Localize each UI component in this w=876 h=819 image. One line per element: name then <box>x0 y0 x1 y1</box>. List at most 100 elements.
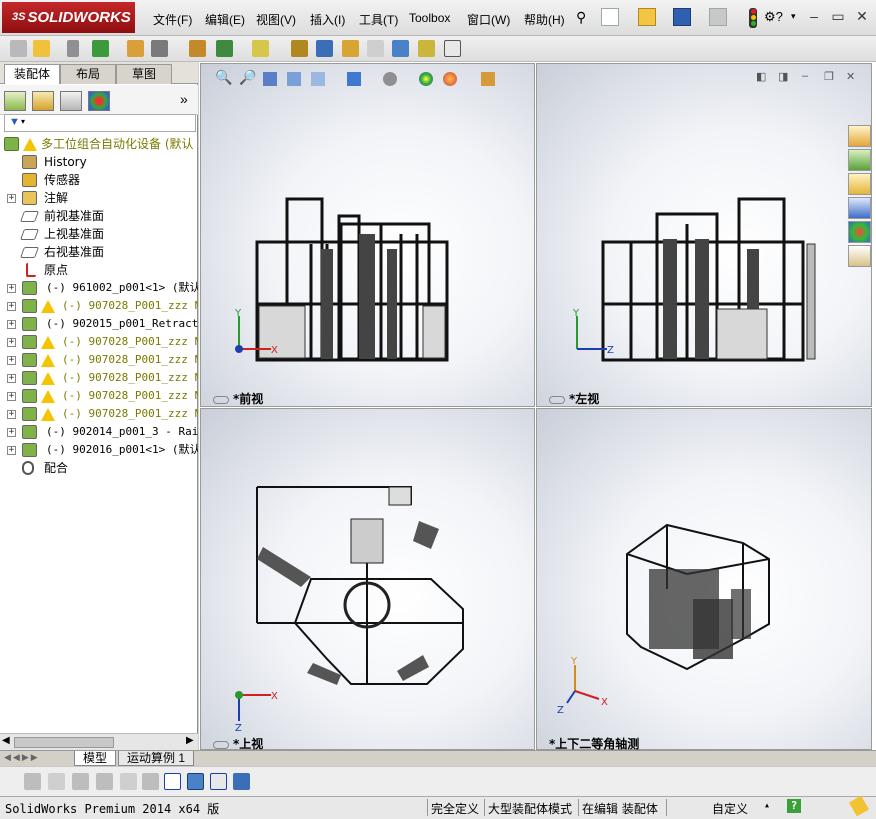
tree-item[interactable]: 配合 <box>0 459 198 477</box>
exploded-view-icon[interactable] <box>342 40 359 57</box>
design-library-icon[interactable] <box>848 149 871 171</box>
close-icon[interactable]: ✕ <box>853 8 871 25</box>
tree-item[interactable]: + (-) 902014_p001_3 - Raise <box>0 423 198 441</box>
previous-view-icon[interactable] <box>263 72 277 86</box>
tree-item[interactable]: 右视基准面 <box>0 243 198 261</box>
menu-file[interactable]: 文件(F) <box>153 11 192 28</box>
edit-appearance-icon[interactable] <box>419 72 433 86</box>
zoom-to-area-icon[interactable]: 🔎 <box>239 69 256 86</box>
units-dropdown-icon[interactable]: ▴ <box>764 800 770 811</box>
scroll-thumb[interactable] <box>14 737 114 748</box>
appearances-icon[interactable] <box>848 221 871 243</box>
table-icon[interactable] <box>210 773 227 790</box>
save-animation-icon[interactable] <box>142 773 159 790</box>
solidworks-logo[interactable]: 3S SOLIDWORKS <box>2 2 135 33</box>
insert-components-icon[interactable] <box>10 40 27 57</box>
tree-filter[interactable]: ▼ ▾ <box>4 114 196 132</box>
expand-icon[interactable]: + <box>7 338 16 347</box>
viewport-restore-icon[interactable]: ❐ <box>824 70 834 83</box>
viewport-isometric[interactable]: Y X Z *上下二等角轴测 <box>536 408 872 751</box>
filter-icon[interactable]: ▼ <box>9 116 20 128</box>
tree-item[interactable]: 前视基准面 <box>0 207 198 225</box>
collapse-motion-manager-icon[interactable] <box>233 773 250 790</box>
tree-item[interactable]: + (-) 907028_P001_zzz Nam <box>0 387 198 405</box>
rebuild-traffic-light-icon[interactable] <box>749 8 757 28</box>
instant3d-icon[interactable] <box>444 40 461 57</box>
results-plot-icon[interactable] <box>164 773 181 790</box>
expand-icon[interactable]: + <box>7 374 16 383</box>
open-folder-icon[interactable] <box>638 8 656 26</box>
scroll-left-icon[interactable]: ◀ <box>2 735 10 746</box>
hide-show-items-icon[interactable] <box>383 72 397 86</box>
scroll-right-icon[interactable]: ▶ <box>186 735 194 746</box>
tree-root[interactable]: 多工位组合自动化设备 (默认 <box>0 135 198 153</box>
tree-item[interactable]: + (-) 907028_P001_zzz Nam <box>0 351 198 369</box>
file-explorer-icon[interactable] <box>848 173 871 195</box>
interference-detection-icon[interactable] <box>392 40 409 57</box>
status-units[interactable]: 自定义 <box>712 800 748 817</box>
show-hidden-icon[interactable] <box>189 40 206 57</box>
tree-item[interactable]: + (-) 907028_P001_zzz Nam <box>0 405 198 423</box>
configuration-manager-icon[interactable] <box>60 91 82 111</box>
viewport-front[interactable]: Y X *前视 <box>200 63 535 407</box>
section-view-icon[interactable] <box>287 72 301 86</box>
mate-icon[interactable] <box>67 40 79 57</box>
view-orientation-icon[interactable] <box>311 72 325 86</box>
expand-icon[interactable]: + <box>7 356 16 365</box>
tab-sketch[interactable]: 草图 <box>116 64 172 84</box>
restore-icon[interactable]: ▭ <box>829 8 847 25</box>
play-icon[interactable] <box>72 773 89 790</box>
print-icon[interactable] <box>709 8 727 26</box>
menu-toolbox[interactable]: Toolbox <box>409 11 450 25</box>
new-motion-study-icon[interactable] <box>291 40 308 57</box>
custom-properties-icon[interactable] <box>848 245 871 267</box>
tree-item[interactable]: 传感器 <box>0 171 198 189</box>
tree-item[interactable]: + (-) 907028_P001_zzz Nam <box>0 297 198 315</box>
bill-of-materials-icon[interactable] <box>316 40 333 57</box>
tree-item[interactable]: + 注解 <box>0 189 198 207</box>
property-manager-icon[interactable] <box>32 91 54 111</box>
tab-layout[interactable]: 布局 <box>60 64 116 84</box>
menu-tools[interactable]: 工具(T) <box>359 11 398 28</box>
quick-tips-icon[interactable]: ? <box>787 799 801 813</box>
expand-icon[interactable]: + <box>7 302 16 311</box>
panel-expand-icon[interactable]: » <box>180 91 188 107</box>
menu-edit[interactable]: 编辑(E) <box>205 11 245 28</box>
reference-geometry-icon[interactable] <box>252 40 269 57</box>
filter-dropdown-icon[interactable]: ▾ <box>21 117 25 126</box>
link-views-icon[interactable]: ◨ <box>778 70 788 83</box>
move-component-icon[interactable] <box>151 40 168 57</box>
tab-motion-study[interactable]: 运动算例 1 <box>118 751 195 766</box>
options-icon[interactable]: ⚙? <box>764 9 783 25</box>
expand-icon[interactable]: + <box>7 284 16 293</box>
expand-icon[interactable]: + <box>7 428 16 437</box>
expand-icon[interactable]: + <box>7 194 16 203</box>
save-icon[interactable] <box>673 8 691 26</box>
new-document-icon[interactable] <box>601 8 619 26</box>
expand-icon[interactable]: + <box>7 320 16 329</box>
tree-item[interactable]: + (-) 902015_p001_Retracted <box>0 315 198 333</box>
tree-item[interactable]: + (-) 907028_P001_zzz Nam <box>0 369 198 387</box>
tree-item[interactable]: + (-) 902016_p001<1> (默认< <box>0 441 198 459</box>
menu-help[interactable]: 帮助(H) <box>524 11 565 28</box>
viewport-top[interactable]: X Z *上视 <box>200 408 535 751</box>
pin-icon[interactable]: ⚲ <box>576 9 586 26</box>
new-part-icon[interactable] <box>33 40 50 57</box>
menu-insert[interactable]: 插入(I) <box>310 11 345 28</box>
panel-horizontal-scrollbar[interactable]: ◀ ▶ <box>0 733 198 750</box>
help-dropdown-icon[interactable]: ▾ <box>791 11 796 22</box>
tab-scroll-icon[interactable]: ◀◀▶▶ <box>4 752 40 763</box>
tree-item[interactable]: 上视基准面 <box>0 225 198 243</box>
single-view-icon[interactable]: ◧ <box>756 70 766 83</box>
tree-item[interactable]: + (-) 907028_P001_zzz Nam <box>0 333 198 351</box>
expand-icon[interactable]: + <box>7 410 16 419</box>
playback-speed-icon[interactable] <box>120 773 137 790</box>
menu-view[interactable]: 视图(V) <box>256 11 296 28</box>
motion-manager-icon[interactable] <box>187 773 204 790</box>
expand-icon[interactable]: + <box>7 446 16 455</box>
linear-pattern-icon[interactable] <box>92 40 109 57</box>
tree-item[interactable]: 原点 <box>0 261 198 279</box>
view-settings-icon[interactable] <box>481 72 495 86</box>
clearance-verification-icon[interactable] <box>418 40 435 57</box>
animation-wizard-icon[interactable] <box>24 773 41 790</box>
